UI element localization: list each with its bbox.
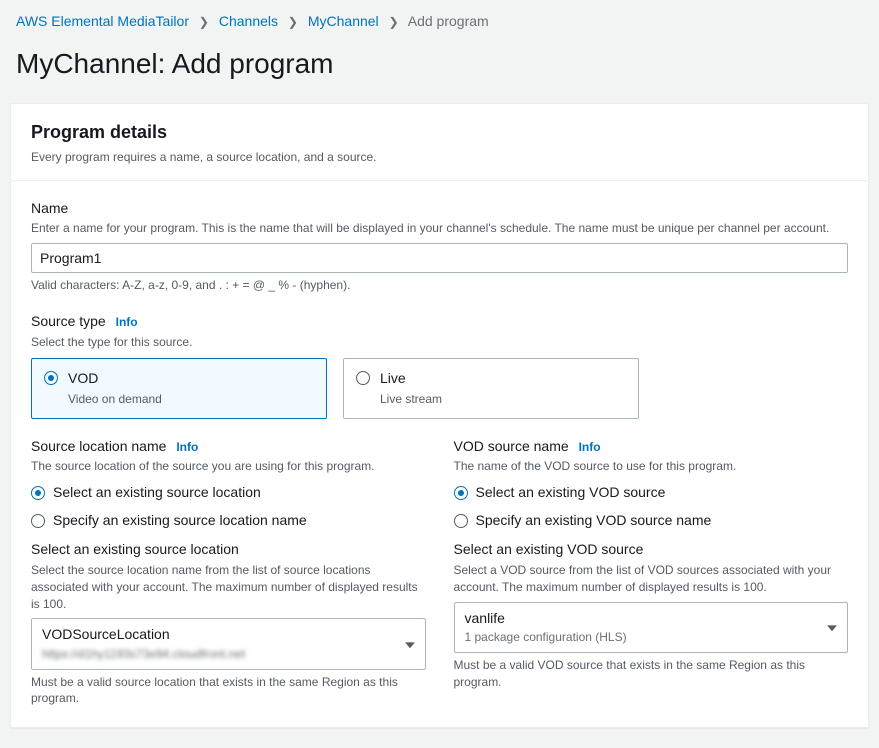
vod-source-select-hint: Select a VOD source from the list of VOD… — [454, 562, 849, 596]
source-location-constraint: Must be a valid source location that exi… — [31, 674, 426, 708]
source-type-info-link[interactable]: Info — [116, 315, 138, 329]
radio-label: Select an existing source location — [53, 483, 261, 503]
chevron-right-icon: ❯ — [389, 15, 399, 29]
source-location-radio-select-existing[interactable]: Select an existing source location — [31, 483, 426, 503]
breadcrumb-link-channels[interactable]: Channels — [219, 13, 278, 29]
name-field: Name Enter a name for your program. This… — [31, 199, 848, 294]
source-location-radio-specify-name[interactable]: Specify an existing source location name — [31, 511, 426, 531]
vod-source-select-label: Select an existing VOD source — [454, 540, 849, 560]
source-location-column: Source location name Info The source loc… — [31, 437, 426, 708]
select-subtext: 1 package configuration (HLS) — [465, 629, 818, 646]
radio-label: Specify an existing source location name — [53, 511, 307, 531]
source-type-field: Source type Info Select the type for thi… — [31, 312, 848, 419]
program-details-panel: Program details Every program requires a… — [10, 103, 869, 729]
panel-title: Program details — [31, 120, 848, 145]
breadcrumb-current: Add program — [408, 13, 489, 29]
select-value: VODSourceLocation — [42, 625, 395, 645]
name-input[interactable] — [31, 243, 848, 273]
source-type-tile-live[interactable]: Live Live stream — [343, 358, 639, 418]
source-location-select[interactable]: VODSourceLocation https://d1hy1193s73e94… — [31, 618, 426, 669]
radio-icon — [454, 486, 468, 500]
tile-live-desc: Live stream — [380, 391, 442, 408]
source-location-select-hint: Select the source location name from the… — [31, 562, 426, 612]
radio-icon — [31, 514, 45, 528]
tile-vod-desc: Video on demand — [68, 391, 162, 408]
breadcrumb-link-service[interactable]: AWS Elemental MediaTailor — [16, 13, 189, 29]
source-location-label: Source location name Info — [31, 437, 426, 457]
vod-source-constraint: Must be a valid VOD source that exists i… — [454, 657, 849, 691]
panel-description: Every program requires a name, a source … — [31, 149, 848, 166]
chevron-right-icon: ❯ — [288, 15, 298, 29]
radio-icon — [454, 514, 468, 528]
breadcrumb-link-mychannel[interactable]: MyChannel — [308, 13, 379, 29]
select-subtext: https://d1hy1193s73e94.cloudfront.net — [42, 646, 395, 663]
source-type-label: Source type Info — [31, 312, 848, 332]
vod-source-label-text: VOD source name — [454, 438, 569, 454]
name-constraint: Valid characters: A-Z, a-z, 0-9, and . :… — [31, 277, 848, 294]
tile-live-title: Live — [380, 369, 442, 389]
caret-down-icon — [827, 617, 837, 637]
breadcrumb: AWS Elemental MediaTailor ❯ Channels ❯ M… — [0, 0, 879, 40]
vod-source-info-link[interactable]: Info — [579, 440, 601, 454]
tile-vod-title: VOD — [68, 369, 162, 389]
radio-icon — [44, 371, 58, 385]
source-location-info-link[interactable]: Info — [176, 440, 198, 454]
radio-icon — [356, 371, 370, 385]
vod-source-select[interactable]: vanlife 1 package configuration (HLS) — [454, 602, 849, 653]
select-value: vanlife — [465, 609, 818, 629]
vod-source-column: VOD source name Info The name of the VOD… — [454, 437, 849, 708]
caret-down-icon — [405, 634, 415, 654]
vod-source-radio-specify-name[interactable]: Specify an existing VOD source name — [454, 511, 849, 531]
vod-source-hint: The name of the VOD source to use for th… — [454, 458, 849, 475]
source-location-select-label: Select an existing source location — [31, 540, 426, 560]
radio-label: Select an existing VOD source — [476, 483, 666, 503]
source-location-label-text: Source location name — [31, 438, 166, 454]
page-title: MyChannel: Add program — [0, 40, 879, 103]
source-type-label-text: Source type — [31, 313, 106, 329]
source-type-tile-vod[interactable]: VOD Video on demand — [31, 358, 327, 418]
name-label: Name — [31, 199, 848, 219]
chevron-right-icon: ❯ — [199, 15, 209, 29]
source-location-hint: The source location of the source you ar… — [31, 458, 426, 475]
vod-source-label: VOD source name Info — [454, 437, 849, 457]
name-hint: Enter a name for your program. This is t… — [31, 220, 848, 237]
vod-source-radio-select-existing[interactable]: Select an existing VOD source — [454, 483, 849, 503]
panel-header: Program details Every program requires a… — [11, 104, 868, 181]
radio-label: Specify an existing VOD source name — [476, 511, 712, 531]
radio-icon — [31, 486, 45, 500]
source-type-hint: Select the type for this source. — [31, 334, 848, 351]
